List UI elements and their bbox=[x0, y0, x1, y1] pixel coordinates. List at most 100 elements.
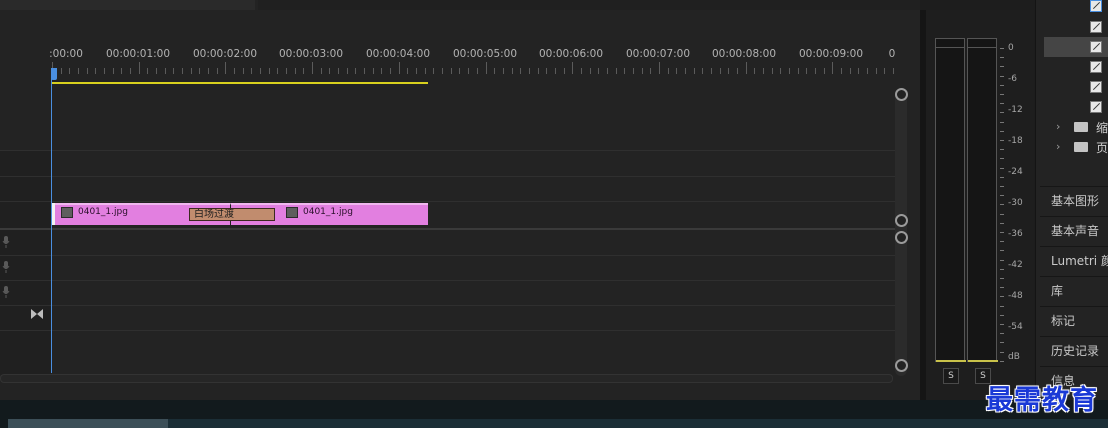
db-label: 0 bbox=[1008, 43, 1014, 53]
ruler-tick bbox=[156, 68, 158, 74]
clip-indicator[interactable] bbox=[968, 39, 996, 48]
meter-tick bbox=[1000, 351, 1004, 353]
ruler-tick bbox=[693, 68, 695, 74]
ruler-tick bbox=[589, 68, 591, 74]
panel-tab-libraries[interactable]: 库 bbox=[1040, 276, 1108, 304]
ruler-tick bbox=[199, 68, 201, 74]
meter-tick bbox=[1000, 149, 1004, 151]
track-separator bbox=[0, 255, 900, 256]
scroll-handle-top[interactable] bbox=[895, 88, 908, 101]
ruler-tick bbox=[710, 68, 712, 74]
master-track-icon[interactable] bbox=[31, 309, 43, 319]
ruler-tick bbox=[771, 68, 773, 74]
header-empty-area bbox=[258, 0, 920, 10]
ruler-tick bbox=[754, 68, 756, 74]
track-separator bbox=[0, 305, 900, 306]
ruler-tick bbox=[598, 68, 600, 74]
db-label: dB bbox=[1008, 352, 1020, 362]
playhead-handle[interactable] bbox=[51, 68, 57, 80]
ruler-tick bbox=[286, 68, 288, 74]
meter-tick bbox=[1000, 167, 1004, 169]
ruler-tick bbox=[216, 68, 218, 74]
chevron-right-icon[interactable]: › bbox=[1056, 120, 1060, 133]
panel-tab-essential-sound[interactable]: 基本声音 bbox=[1040, 216, 1108, 244]
ruler-tick bbox=[459, 68, 461, 74]
peak-indicator bbox=[936, 360, 966, 362]
ruler-tick bbox=[823, 68, 825, 74]
meter-tick bbox=[1000, 314, 1004, 316]
ruler-label: 00:00:06:00 bbox=[538, 48, 604, 60]
image-item-icon bbox=[1090, 0, 1102, 12]
ruler-tick bbox=[381, 68, 383, 74]
meter-tick bbox=[1000, 259, 1004, 261]
ruler-tick bbox=[251, 68, 253, 74]
video-audio-divider[interactable] bbox=[0, 228, 900, 230]
ruler-tick bbox=[338, 68, 340, 74]
scroll-handle-top[interactable] bbox=[895, 231, 908, 244]
ruler-tick bbox=[762, 68, 764, 74]
ruler-tick bbox=[858, 68, 860, 74]
ruler-tick bbox=[95, 68, 97, 74]
bottom-progress-segment bbox=[8, 419, 168, 428]
ruler-tick bbox=[147, 68, 149, 74]
ruler-tick bbox=[320, 68, 322, 74]
chevron-right-icon[interactable]: › bbox=[1056, 140, 1060, 153]
microphone-icon[interactable] bbox=[2, 286, 10, 298]
ruler-tick bbox=[242, 68, 244, 74]
folder-icon bbox=[1074, 142, 1088, 152]
meter-tick bbox=[1000, 84, 1004, 86]
panel-tab-lumetri-color[interactable]: Lumetri 颜 bbox=[1040, 246, 1108, 274]
solo-button-left[interactable]: S bbox=[943, 368, 959, 384]
ruler-tick bbox=[702, 68, 704, 74]
ruler-tick bbox=[866, 68, 868, 74]
db-label: -54 bbox=[1008, 322, 1023, 332]
ruler-label: :00:00 bbox=[49, 48, 83, 60]
image-item-icon bbox=[1090, 41, 1102, 53]
db-label: -36 bbox=[1008, 229, 1023, 239]
ruler-tick bbox=[728, 68, 730, 74]
track-separator bbox=[0, 330, 900, 331]
ruler-label: 00:00:09:00 bbox=[798, 48, 864, 60]
ruler-tick bbox=[312, 62, 314, 74]
panel-tab-essential-graphics[interactable]: 基本图形 bbox=[1040, 186, 1108, 214]
ruler-tick bbox=[450, 68, 452, 74]
panel-tab-markers[interactable]: 标记 bbox=[1040, 306, 1108, 334]
ruler-tick bbox=[875, 68, 877, 74]
ruler-label: 00:00:05:00 bbox=[452, 48, 518, 60]
meter-tick bbox=[1000, 213, 1004, 215]
ruler-tick bbox=[277, 68, 279, 74]
ruler-tick bbox=[650, 68, 652, 74]
horizontal-scrollbar[interactable] bbox=[0, 374, 893, 383]
folder-name: 缩 bbox=[1096, 121, 1108, 135]
microphone-icon[interactable] bbox=[2, 236, 10, 248]
ruler-tick bbox=[121, 68, 123, 74]
scroll-handle-bottom[interactable] bbox=[895, 359, 908, 372]
scroll-handle-bottom[interactable] bbox=[895, 214, 908, 227]
panel-tab-history[interactable]: 历史记录 bbox=[1040, 336, 1108, 364]
image-item-icon bbox=[1090, 81, 1102, 93]
work-area-bar[interactable] bbox=[52, 82, 428, 84]
meter-tick bbox=[1000, 57, 1004, 59]
ruler-tick bbox=[892, 68, 894, 74]
meter-tick bbox=[1000, 130, 1004, 132]
track-separator bbox=[0, 150, 900, 151]
ruler-tick bbox=[182, 68, 184, 74]
ruler-label: 00:00:03:00 bbox=[278, 48, 344, 60]
clip-name: 0401_1.jpg bbox=[303, 207, 353, 217]
clip-name: 0401_1.jpg bbox=[78, 207, 128, 217]
ruler-tick bbox=[390, 68, 392, 74]
playhead-line[interactable] bbox=[51, 68, 52, 373]
ruler-tick bbox=[424, 68, 426, 74]
meter-tick bbox=[1000, 296, 1004, 298]
ruler-tick bbox=[849, 68, 851, 74]
clip-indicator[interactable] bbox=[936, 39, 964, 48]
transition-dip-to-white[interactable]: 白场过渡 bbox=[189, 208, 275, 221]
ruler-tick bbox=[78, 68, 79, 74]
vertical-scrollbar[interactable] bbox=[895, 88, 908, 376]
track-separator bbox=[0, 280, 900, 281]
meter-tick bbox=[1000, 342, 1004, 344]
ruler-tick bbox=[355, 68, 357, 74]
microphone-icon[interactable] bbox=[2, 261, 10, 273]
meter-tick bbox=[1000, 324, 1004, 325]
ruler-tick bbox=[260, 68, 262, 74]
